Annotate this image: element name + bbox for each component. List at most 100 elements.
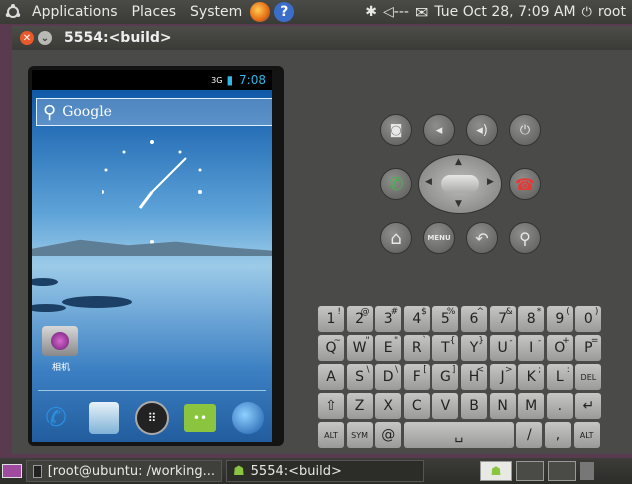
key-9[interactable]: 9( <box>546 306 573 332</box>
key-q[interactable]: Q ~ <box>318 335 344 361</box>
user-name[interactable]: root <box>598 4 626 20</box>
key-u[interactable]: U- <box>489 335 516 361</box>
key-o[interactable]: O + <box>546 335 573 361</box>
end-call-button[interactable]: ☎ <box>509 168 541 200</box>
key-z[interactable]: Z <box>346 393 373 419</box>
key-r[interactable]: R ` <box>403 335 430 361</box>
key-i[interactable]: I- <box>518 335 545 361</box>
user-icon[interactable]: ⏻ <box>582 5 592 20</box>
volume-icon[interactable]: ◁--- <box>383 4 409 20</box>
key-e[interactable]: E " <box>375 335 402 361</box>
show-desktop-icon[interactable] <box>2 464 22 478</box>
key-4[interactable]: 4 $ <box>403 306 430 332</box>
search-button[interactable]: ⚲ <box>509 222 541 254</box>
call-button[interactable]: ✆ <box>380 168 412 200</box>
key-h[interactable]: H < <box>461 364 487 390</box>
taskbar-emulator[interactable]: ☗ 5554:<build> <box>226 460 424 482</box>
workspace-switcher[interactable] <box>516 461 544 481</box>
phone-app-icon[interactable]: ✆ <box>38 400 74 436</box>
dpad-up-icon[interactable]: ▲ <box>455 157 462 167</box>
key-7[interactable]: 7 & <box>489 306 516 332</box>
key-sym30[interactable]: ⇧ <box>318 393 344 419</box>
key-t[interactable]: T{ <box>432 335 459 361</box>
key-1[interactable]: 1! <box>318 306 344 332</box>
camera-button[interactable]: ◙ <box>380 114 412 146</box>
dpad-down-icon[interactable]: ▼ <box>455 199 462 209</box>
key-g[interactable]: G] <box>432 364 459 390</box>
ubuntu-logo-icon[interactable] <box>4 3 22 21</box>
workspace-switcher[interactable] <box>548 461 576 481</box>
system-menu[interactable]: System <box>186 4 246 20</box>
bluetooth-icon[interactable]: ✱ <box>365 4 377 20</box>
firefox-icon[interactable] <box>250 2 271 22</box>
help-icon[interactable]: ? <box>274 2 295 22</box>
key-b[interactable]: B <box>461 393 487 419</box>
minimize-button[interactable]: ⌄ <box>38 31 52 45</box>
phone-screen[interactable]: 3G ▮ 7:08 ⚲ Google 相机 ✆ ⠿ •• <box>32 70 272 442</box>
menu-button[interactable]: MENU <box>423 222 455 254</box>
dpad[interactable]: ▲ ▼ ◀ ▶ <box>418 154 502 214</box>
key-space[interactable]: ␣ <box>403 422 514 448</box>
analog-clock-widget[interactable] <box>102 140 202 244</box>
key-s[interactable]: S \ <box>346 364 373 390</box>
volume-down-button[interactable]: ◂ <box>423 114 455 146</box>
key-6[interactable]: 6 ^ <box>461 306 487 332</box>
key-k[interactable]: K; <box>518 364 545 390</box>
volume-up-button[interactable]: ◂) <box>466 114 498 146</box>
key-n[interactable]: N <box>489 393 516 419</box>
close-button[interactable]: ✕ <box>20 31 34 45</box>
camera-app-icon[interactable] <box>42 326 78 356</box>
places-menu[interactable]: Places <box>128 4 181 20</box>
key-sym38[interactable]: . <box>546 393 573 419</box>
key-f[interactable]: F[ <box>403 364 430 390</box>
dpad-right-icon[interactable]: ▶ <box>487 177 494 187</box>
wallpaper-island <box>32 278 58 286</box>
key-alt-label: + <box>562 336 570 346</box>
dpad-center-button[interactable] <box>441 175 479 193</box>
contacts-app-icon[interactable] <box>86 400 122 436</box>
key-m[interactable]: M <box>518 393 545 419</box>
key-c[interactable]: C <box>403 393 430 419</box>
home-button[interactable]: ⌂ <box>380 222 412 254</box>
browser-app-icon[interactable] <box>230 400 266 436</box>
key-r5-4[interactable]: / <box>516 422 543 448</box>
android-status-bar: 3G ▮ 7:08 <box>32 70 272 90</box>
key-alt[interactable]: ALT <box>318 422 344 448</box>
trash-icon[interactable] <box>580 462 594 480</box>
key-2[interactable]: 2 @ <box>346 306 373 332</box>
mail-icon[interactable]: ✉ <box>415 3 428 22</box>
key-a[interactable]: A <box>318 364 344 390</box>
applications-menu[interactable]: Applications <box>28 4 122 20</box>
key-sym39[interactable]: ↵ <box>575 393 602 419</box>
key-5[interactable]: 5% <box>432 306 459 332</box>
clock[interactable]: Tue Oct 28, 7:09 AM <box>434 4 575 20</box>
google-search-bar[interactable]: ⚲ Google <box>36 98 272 126</box>
messaging-app-icon[interactable]: •• <box>182 400 218 436</box>
key-r5-2[interactable]: @ <box>375 422 402 448</box>
key-p[interactable]: P = <box>575 335 602 361</box>
key-d[interactable]: D \ <box>375 364 402 390</box>
taskbar-terminal[interactable]: [root@ubuntu: /working... <box>26 460 222 482</box>
key-alt-label: ! <box>337 307 341 317</box>
key-r5-5[interactable]: , <box>545 422 571 448</box>
dpad-left-icon[interactable]: ◀ <box>425 177 432 187</box>
window-titlebar[interactable]: ✕ ⌄ 5554:<build> <box>12 26 632 50</box>
key-alt[interactable]: ALT <box>573 422 600 448</box>
back-button[interactable]: ↶ <box>466 222 498 254</box>
app-drawer-icon[interactable]: ⠿ <box>134 400 170 436</box>
key-l[interactable]: L: <box>546 364 573 390</box>
key-alt-label: { <box>449 336 456 346</box>
key-v[interactable]: V <box>432 393 459 419</box>
camera-app-label[interactable]: 相机 <box>52 360 70 373</box>
key-x[interactable]: X <box>375 393 402 419</box>
key-w[interactable]: W " <box>346 335 373 361</box>
key-0[interactable]: 0) <box>575 306 602 332</box>
workspace-switcher[interactable]: ☗ <box>480 461 512 481</box>
key-j[interactable]: J > <box>489 364 516 390</box>
key-sym[interactable]: SYM <box>346 422 373 448</box>
key-8[interactable]: 8 * <box>518 306 545 332</box>
key-y[interactable]: Y} <box>461 335 487 361</box>
key-del[interactable]: DEL <box>575 364 602 390</box>
power-button[interactable]: ⏻ <box>509 114 541 146</box>
key-3[interactable]: 3 # <box>375 306 402 332</box>
